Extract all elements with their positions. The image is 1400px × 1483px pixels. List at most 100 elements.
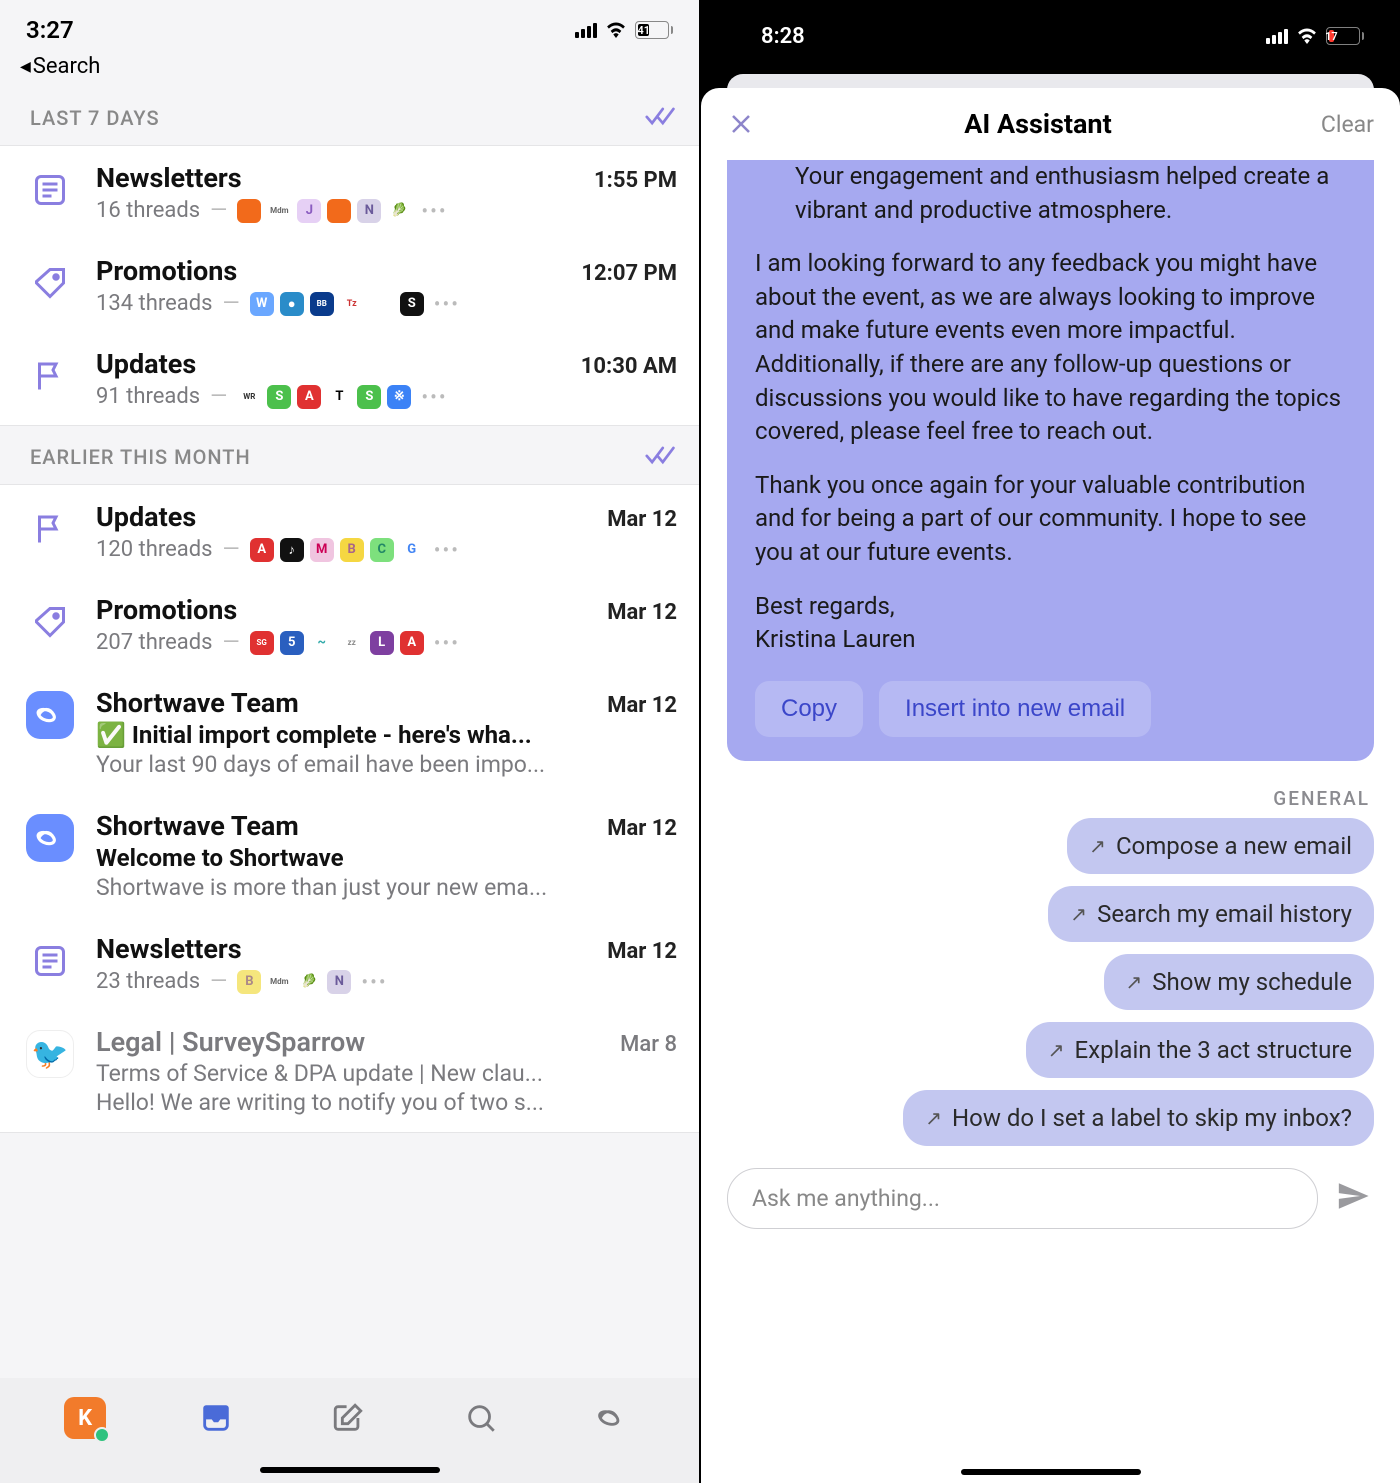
app-icon [26,691,74,739]
tag-icon [26,259,74,307]
sender-chips: WRSATS※ [237,385,411,409]
ai-assistant-screen: 8:28 17 AI Assistant Clear Your engageme… [701,0,1400,1483]
sender-chip: Mdm [267,970,291,994]
close-button[interactable] [727,110,755,138]
back-chevron-icon: ◀ [20,59,31,75]
suggestion-list: ↗ Compose a new email ↗Search my email his… [701,818,1400,1146]
section-header: EARLIER THIS MONTH [0,426,699,484]
mark-all-done-button[interactable] [645,444,677,470]
suggestion-chip[interactable]: ↗Show my schedule [1104,954,1375,1010]
row-title: Updates [96,501,196,533]
list-row[interactable]: 🐦 Legal | SurveySparrowMar 8 Terms of Se… [0,1010,699,1132]
row-title: Shortwave Team [96,687,299,719]
battery-icon: 17 [1326,27,1364,45]
arrow-icon: ↗ [1048,1038,1065,1062]
arrow-icon: ↗ [1126,970,1143,994]
list-row[interactable]: Updates10:30 AM 91 threads—WRSATS※••• [0,332,699,425]
ai-actions: Copy Insert into new email [755,681,1346,737]
status-time: 8:28 [761,24,805,49]
ai-text-partial: Your engagement and enthusiasm helped cr… [755,160,1346,227]
sender-chip: W [250,292,274,316]
sender-chip: WR [237,385,261,409]
arrow-icon: ↗ [1089,834,1106,858]
row-title: Promotions [96,255,237,287]
row-preview: Your last 90 days of email have been imp… [96,751,677,778]
more-senders-icon: ••• [434,292,460,316]
sender-chip: M [310,538,334,562]
sparrow-icon: 🐦 [26,1030,74,1078]
suggestion-chip[interactable]: ↗ Compose a new email [1067,818,1374,874]
row-title: Newsletters [96,162,242,194]
suggestion-text: Compose a new email [1116,832,1352,860]
newsletter-icon [26,166,74,214]
list-row[interactable]: Shortwave Team Mar 12 ✅ Initial import co… [0,671,699,794]
row-title: Legal | SurveySparrow [96,1026,365,1058]
list-row[interactable]: Newsletters1:55 PM 16 threads—MdmJN🥬••• [0,146,699,239]
sender-chip: B [237,970,261,994]
assistant-sheet: AI Assistant Clear Your engagement and e… [701,88,1400,1483]
newsletter-icon [26,937,74,985]
back-to-search[interactable]: ◀ Search [0,50,699,87]
list-row[interactable]: PromotionsMar 12 207 threads—SG5~zzLA••• [0,578,699,671]
sender-chip: N [327,970,351,994]
suggestion-chip[interactable]: ↗ Explain the 3 act structure [1026,1022,1374,1078]
row-title: Newsletters [96,933,242,965]
row-time: 1:55 PM [594,168,677,193]
account-avatar[interactable]: K [64,1397,106,1439]
arrow-icon: ↗ [925,1106,942,1130]
more-senders-icon: ••• [434,538,460,562]
row-sub: 134 threads—W●BBTzS••• [96,291,677,316]
sender-chip: zz [340,631,364,655]
suggestion-text: Explain the 3 act structure [1075,1036,1352,1064]
copy-button[interactable]: Copy [755,681,863,737]
wifi-icon [1296,28,1318,44]
list-row[interactable]: UpdatesMar 12 120 threads—A♪MBCG••• [0,485,699,578]
suggestion-chip[interactable]: ↗How do I set a label to skip my inbox? [903,1090,1374,1146]
list-row[interactable]: NewslettersMar 12 23 threads—BMdm🥬N••• [0,917,699,1010]
sender-chip: G [400,538,424,562]
sender-chip: A [297,385,321,409]
section-header: LAST 7 DAYS [0,87,699,145]
suggestion-chip[interactable]: ↗Search my email history [1048,886,1374,942]
nav-assistant[interactable] [591,1396,635,1440]
sender-chip: S [267,385,291,409]
tag-icon [26,598,74,646]
sender-chip: J [297,199,321,223]
sender-chips: BMdm🥬N [237,970,351,994]
row-time: Mar 8 [620,1032,677,1057]
row-sub: 23 threads—BMdm🥬N••• [96,969,677,994]
nav-inbox[interactable] [194,1396,238,1440]
ai-text: I am looking forward to any feedback you… [755,247,1346,449]
list-row[interactable]: Promotions12:07 PM 134 threads—W●BBTzS••… [0,239,699,332]
insert-email-button[interactable]: Insert into new email [879,681,1151,737]
row-subject: ✅ Initial import complete - here's wha..… [96,721,677,749]
sender-chip: C [370,538,394,562]
sender-chip: ※ [387,385,411,409]
nav-search[interactable] [459,1396,503,1440]
home-indicator [260,1467,440,1473]
mark-all-done-button[interactable] [645,105,677,131]
list-row[interactable]: Shortwave TeamMar 12 Welcome to Shortwav… [0,794,699,917]
row-time: Mar 12 [607,693,677,718]
back-label: Search [33,54,101,79]
send-button[interactable] [1336,1179,1370,1217]
nav-compose[interactable] [326,1396,370,1440]
email-list: Newsletters1:55 PM 16 threads—MdmJN🥬••• … [0,145,699,426]
sender-chips: MdmJN🥬 [237,199,411,223]
cellular-icon [1266,29,1288,44]
sheet-header: AI Assistant Clear [701,88,1400,160]
sender-chip: ~ [310,631,334,655]
ask-input[interactable]: Ask me anything... [727,1168,1318,1229]
sheet-title: AI Assistant [964,108,1112,140]
suggestions-heading: GENERAL [701,777,1400,818]
cellular-icon [575,23,597,38]
row-subject: Welcome to Shortwave [96,844,677,872]
clear-button[interactable]: Clear [1321,111,1374,138]
status-time: 3:27 [26,16,74,44]
sender-chip: T [327,385,351,409]
sender-chips: SG5~zzLA [250,631,424,655]
sender-chip: S [357,385,381,409]
wifi-icon [605,22,627,38]
sender-chips: W●BBTzS [250,292,424,316]
sender-chip: N [357,199,381,223]
